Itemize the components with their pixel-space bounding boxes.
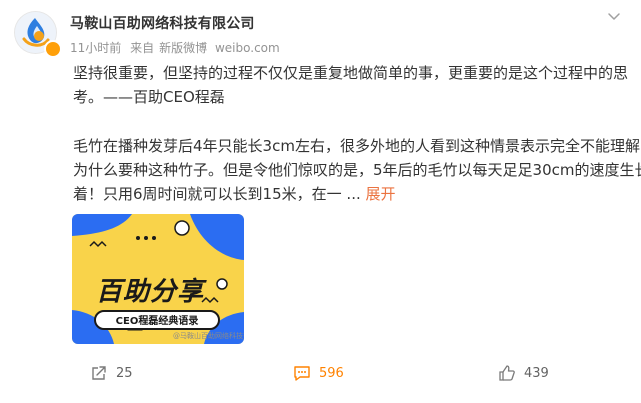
like-count: 439 bbox=[524, 365, 549, 381]
post-source: 新版微博 bbox=[159, 41, 208, 55]
post-line: 毛竹在播种发芽后4年只能长3cm左右，很多外地的人看到这种情景表示完全不能理解 bbox=[73, 137, 640, 155]
comment-button[interactable]: 596 bbox=[293, 362, 344, 384]
post-line: 考。——百助CEO程磊 bbox=[73, 88, 225, 106]
post-meta: 11小时前 来自 新版微博 weibo.com bbox=[70, 39, 285, 56]
image-title: 百助分享 bbox=[96, 277, 205, 307]
post-time[interactable]: 11小时前 bbox=[70, 41, 121, 55]
author-name[interactable]: 马鞍山百助网络科技有限公司 bbox=[70, 13, 255, 33]
verified-badge-icon bbox=[44, 40, 62, 58]
post-paragraph-2: 毛竹在播种发芽后4年只能长3cm左右，很多外地的人看到这种情景表示完全不能理解 … bbox=[73, 134, 641, 206]
repost-button[interactable]: 25 bbox=[90, 362, 133, 384]
repost-count: 25 bbox=[116, 365, 133, 381]
expand-link[interactable]: 展开 bbox=[366, 185, 396, 203]
thumbs-up-icon bbox=[499, 365, 515, 381]
post-line: 坚持很重要，但坚持的过程不仅仅是重复地做简单的事，更重要的是这个过程中的思 bbox=[73, 64, 629, 82]
post-line: 为什么要种这种竹子。但是令他们惊叹的是，5年后的毛竹以每天足足30cm的速度生长 bbox=[73, 161, 641, 179]
post-image[interactable]: 百助分享 CEO程磊经典语录 @马鞍山百助网络科技有限公司 bbox=[72, 214, 244, 344]
ellipsis: ... bbox=[346, 185, 361, 203]
post-line-last: 着！只用6周时间就可以长到15米，在一 ... 展开 bbox=[73, 182, 618, 206]
source-prefix: 来自 bbox=[130, 41, 155, 55]
image-subtitle: CEO程磊经典语录 bbox=[94, 310, 220, 330]
comment-icon bbox=[294, 366, 310, 381]
image-watermark: @马鞍山百助网络科技有限公司 bbox=[173, 332, 244, 340]
comment-count: 596 bbox=[319, 365, 344, 381]
post-paragraph-1: 坚持很重要，但坚持的过程不仅仅是重复地做简单的事，更重要的是这个过程中的思 考。… bbox=[73, 61, 629, 109]
repost-icon bbox=[92, 366, 106, 380]
chevron-down-icon[interactable] bbox=[606, 8, 622, 24]
like-button[interactable]: 439 bbox=[498, 362, 549, 384]
source-domain: weibo.com bbox=[214, 41, 280, 55]
post-line: 着！只用6周时间就可以长到15米，在一 bbox=[73, 185, 342, 203]
